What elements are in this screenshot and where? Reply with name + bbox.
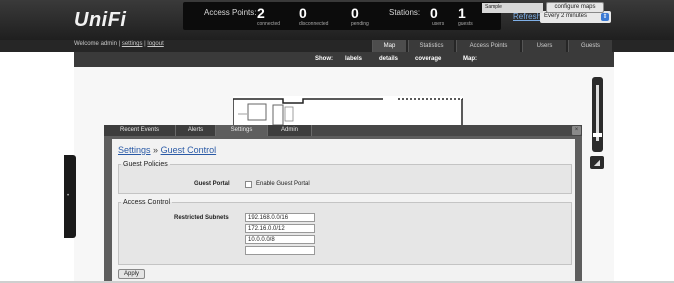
show-label: Show: [315, 56, 333, 62]
configure-maps-button[interactable]: configure maps [546, 2, 604, 13]
unifi-window: UniFi Access Points: 2 connected 0 disco… [0, 0, 674, 283]
guests-label: guests [458, 21, 473, 27]
guests-count: 1 [458, 5, 466, 21]
map-toolbar: Show: labels details coverage Map: [74, 52, 614, 67]
access-control-legend: Access Control [123, 199, 171, 206]
breadcrumb-settings-link[interactable]: Settings [118, 145, 151, 155]
zoom-handle[interactable] [593, 133, 602, 137]
connected-count: 2 [257, 5, 265, 21]
apply-button[interactable]: Apply [118, 269, 145, 279]
breadcrumb-current: Guest Control [160, 145, 217, 155]
stats-panel: Access Points: 2 connected 0 disconnecte… [183, 2, 501, 30]
breadcrumb-separator: » [153, 145, 159, 155]
panel-tabs: Recent Events Alerts Settings Admin × [104, 125, 582, 136]
connected-label: connected [257, 21, 281, 27]
breadcrumb: Settings » Guest Control [118, 145, 216, 155]
sub-header: Welcome admin | settings | logout Map St… [0, 40, 674, 52]
restricted-subnets-label: Restricted Subnets [174, 215, 229, 221]
logout-link[interactable]: logout [147, 41, 163, 47]
tab-admin[interactable]: Admin [268, 125, 312, 136]
subnet-input-2[interactable]: 172.16.0.0/12 [245, 224, 315, 233]
chevron-updown-icon: ⇕ [601, 13, 609, 21]
welcome-text: Welcome admin | settings | logout [74, 41, 164, 47]
refresh-link[interactable]: Refresh [513, 12, 541, 21]
coverage-toggle[interactable]: coverage [415, 56, 441, 62]
tab-map[interactable]: Map [372, 40, 406, 52]
collapse-arrow-icon: • [67, 193, 70, 199]
guest-policies-legend: Guest Policies [123, 161, 168, 168]
tab-guests[interactable]: Guests [568, 40, 612, 52]
enable-guest-portal-label: Enable Guest Portal [256, 181, 310, 187]
settings-link[interactable]: settings [122, 41, 143, 47]
map-select-value: Sample [485, 4, 502, 10]
guest-portal-label: Guest Portal [194, 181, 230, 187]
access-control-section: Access Control Restricted Subnets 192.16… [118, 199, 572, 265]
tab-access-points[interactable]: Access Points [456, 40, 520, 52]
close-icon[interactable]: × [572, 126, 581, 135]
guest-policies-section: Guest Policies Guest Portal Enable Guest… [118, 161, 572, 194]
enable-guest-portal-checkbox[interactable] [245, 181, 252, 188]
settings-panel: Recent Events Alerts Settings Admin × Se… [104, 125, 582, 283]
stations-label: Stations: [389, 8, 421, 17]
users-label: users [432, 21, 445, 27]
subnet-input-1[interactable]: 192.168.0.0/16 [245, 213, 315, 222]
access-points-label: Access Points: [204, 8, 257, 17]
subnet-input-3[interactable]: 10.0.0.0/8 [245, 235, 315, 244]
tab-recent-events[interactable]: Recent Events [104, 125, 176, 136]
disconnected-count: 0 [299, 5, 307, 21]
floorplan-image [233, 96, 463, 126]
disconnected-label: disconnected [299, 21, 329, 27]
unifi-logo: UniFi [74, 9, 127, 31]
details-toggle[interactable]: details [379, 56, 398, 62]
map-select[interactable]: Sample [482, 3, 543, 13]
resize-icon[interactable]: ◢ [590, 156, 604, 169]
map-label: Map: [463, 56, 477, 62]
left-collapse-handle[interactable]: • [64, 155, 76, 238]
pending-count: 0 [351, 5, 359, 21]
tab-settings[interactable]: Settings [216, 125, 268, 136]
labels-toggle[interactable]: labels [345, 56, 362, 62]
users-count: 0 [430, 5, 438, 21]
refresh-interval-value: Every 2 minutes [544, 13, 588, 19]
pending-label: pending [351, 21, 369, 27]
settings-content: Settings » Guest Control Guest Policies … [112, 139, 575, 283]
welcome-user: Welcome admin [74, 41, 117, 47]
tab-alerts[interactable]: Alerts [176, 125, 216, 136]
tab-users[interactable]: Users [522, 40, 566, 52]
tab-statistics[interactable]: Statistics [408, 40, 454, 52]
zoom-slider[interactable] [592, 77, 603, 152]
subnet-input-4[interactable] [245, 246, 315, 255]
